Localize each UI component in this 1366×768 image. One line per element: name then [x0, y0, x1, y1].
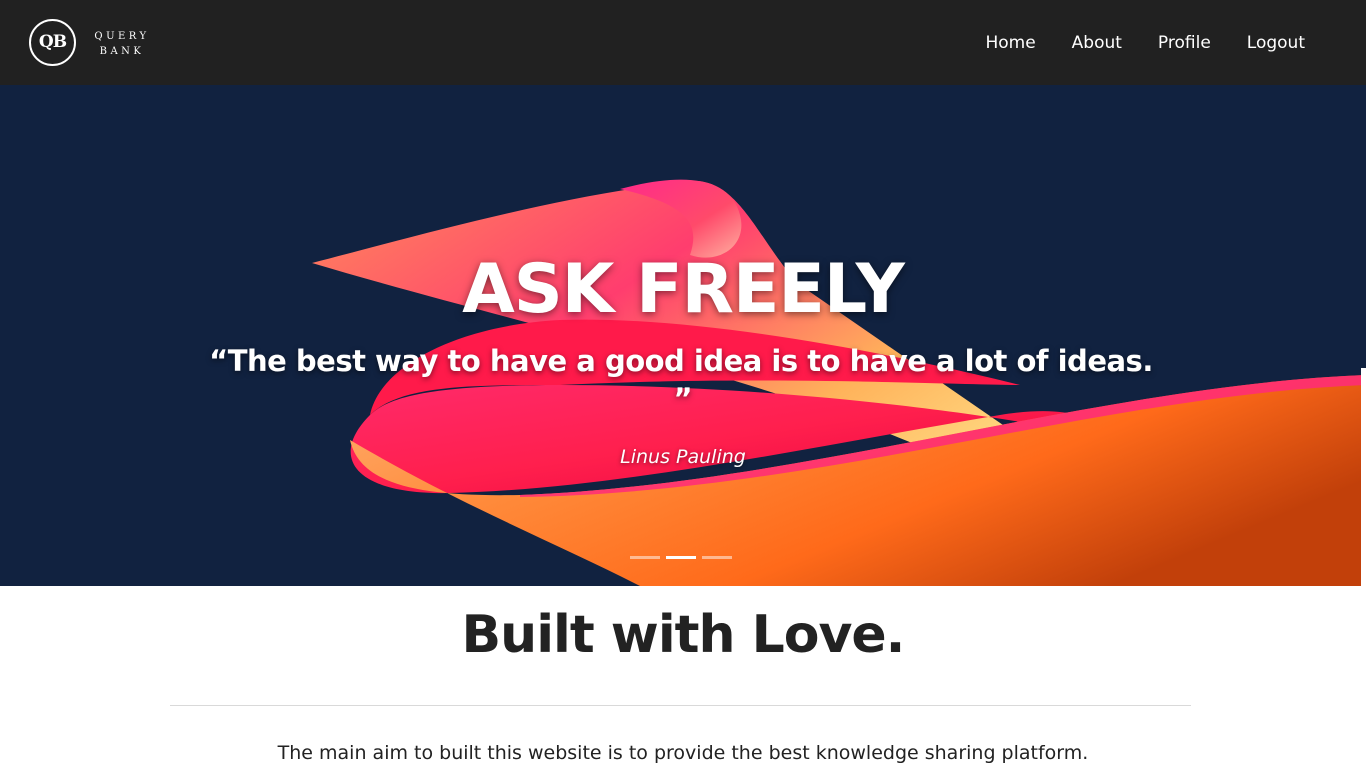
nav-about-link[interactable]: About [1072, 30, 1122, 56]
brand-name-line1: QUERY [94, 31, 150, 42]
carousel-indicator-3[interactable] [702, 556, 732, 559]
main-nav: Home About Profile Logout [949, 30, 1305, 56]
carousel-indicator-2[interactable] [666, 556, 696, 559]
logo-icon[interactable]: QB [29, 19, 76, 66]
section-divider [170, 705, 1191, 706]
hero-edge-strip [1361, 368, 1366, 586]
hero-carousel[interactable]: ASK FREELY “The best way to have a good … [0, 85, 1366, 586]
carousel-indicators [630, 556, 738, 559]
nav-profile-link[interactable]: Profile [1158, 30, 1211, 56]
navbar: QB QUERY BANK Home About Profile Logout [0, 0, 1366, 85]
hero-quote-author: Linus Pauling [620, 446, 746, 468]
hero-title: ASK FREELY [462, 250, 905, 329]
section-heading: Built with Love. [461, 605, 906, 665]
hero-ribbon-image [312, 179, 1366, 586]
brand-name[interactable]: QUERY BANK [92, 29, 152, 59]
brand-name-line2: BANK [99, 46, 145, 57]
hero-quote: “The best way to have a good idea is to … [209, 344, 1153, 378]
nav-logout-link[interactable]: Logout [1247, 30, 1305, 56]
nav-home-link[interactable]: Home [985, 30, 1035, 56]
section-description: The main aim to built this website is to… [277, 742, 1089, 764]
carousel-indicator-1[interactable] [630, 556, 660, 559]
hero-quote-close: ” [673, 382, 693, 416]
